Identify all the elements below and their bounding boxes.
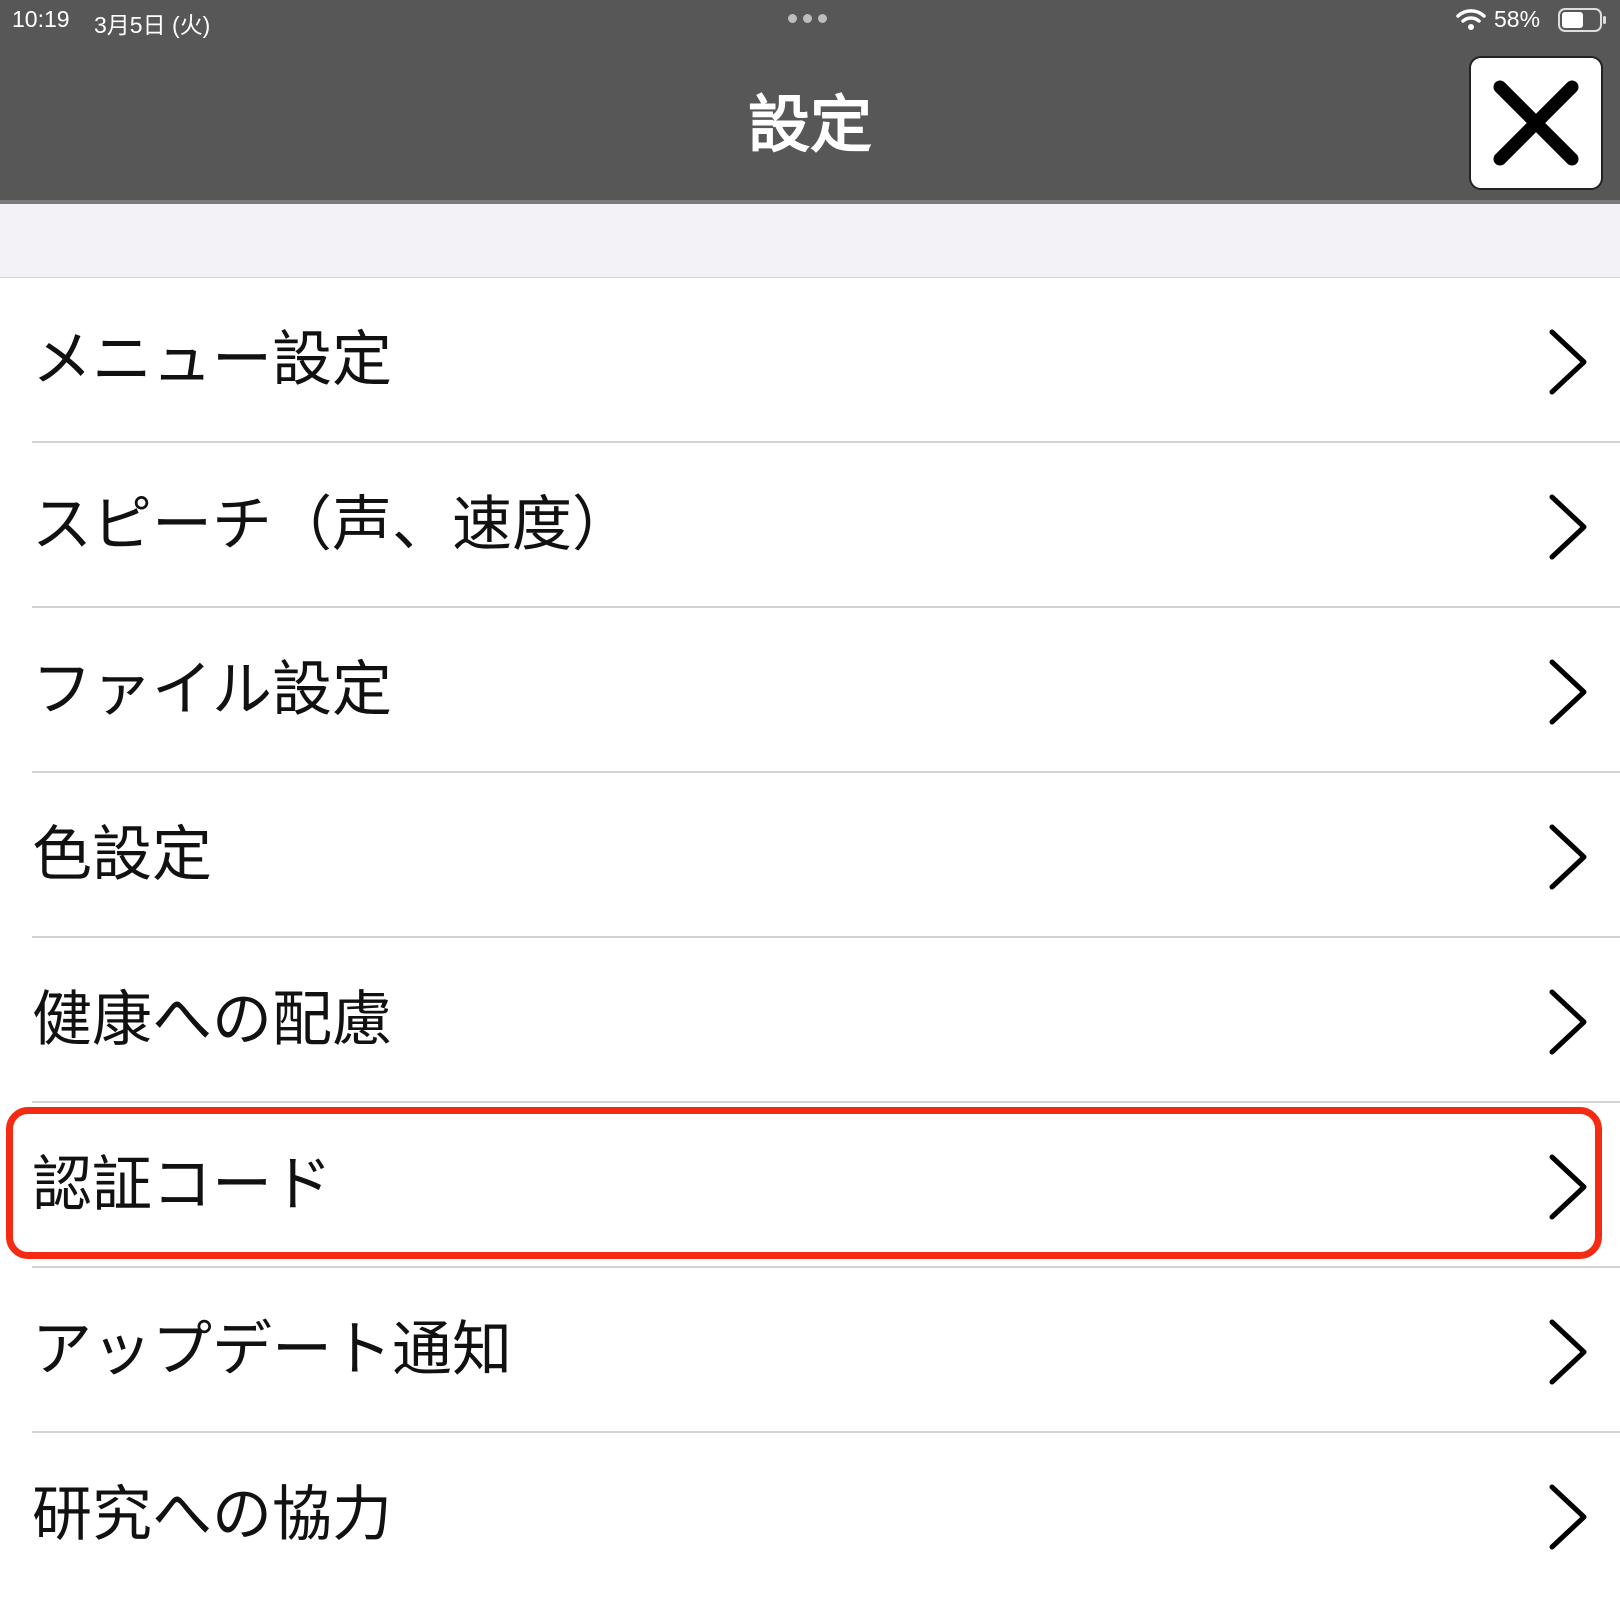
chevron-right-icon xyxy=(1549,989,1587,1055)
row-label: ファイル設定 xyxy=(32,655,392,725)
battery-percentage: 58% xyxy=(1494,6,1541,32)
close-button[interactable] xyxy=(1469,56,1603,190)
row-label: アップデート通知 xyxy=(32,1315,512,1385)
wifi-icon xyxy=(1456,9,1486,30)
battery-icon xyxy=(1558,8,1606,32)
menu-row-color-settings[interactable]: 色設定 xyxy=(0,773,1620,938)
row-label: 研究への協力 xyxy=(32,1480,392,1550)
navigation-header: 10:19 3月5日 (火) 58% 設定 xyxy=(0,0,1620,204)
menu-row-menu-settings[interactable]: メニュー設定 xyxy=(0,278,1620,443)
row-label: 健康への配慮 xyxy=(32,985,392,1055)
row-label: 認証コード xyxy=(32,1150,332,1220)
section-spacer xyxy=(0,204,1620,278)
chevron-right-icon xyxy=(1549,1319,1587,1385)
row-label: 色設定 xyxy=(32,820,212,890)
chevron-right-icon xyxy=(1549,659,1587,725)
status-bar: 10:19 3月5日 (火) 58% xyxy=(0,0,1620,42)
menu-row-speech[interactable]: スピーチ（声、速度） xyxy=(0,443,1620,608)
menu-row-research-cooperation[interactable]: 研究への協力 xyxy=(0,1433,1620,1598)
menu-row-health-care[interactable]: 健康への配慮 xyxy=(0,938,1620,1103)
settings-list: メニュー設定 スピーチ（声、速度） ファイル設定 色設定 健康への配慮 認証コー… xyxy=(0,278,1620,1598)
menu-row-file-settings[interactable]: ファイル設定 xyxy=(0,608,1620,773)
chevron-right-icon xyxy=(1549,824,1587,890)
multitasking-dots-icon[interactable] xyxy=(788,14,827,23)
chevron-right-icon xyxy=(1549,1484,1587,1550)
page-title: 設定 xyxy=(747,88,872,161)
status-time: 10:19 xyxy=(12,6,70,32)
status-date: 3月5日 (火) xyxy=(94,12,211,38)
row-label: スピーチ（声、速度） xyxy=(32,490,632,560)
close-x-icon xyxy=(1493,80,1579,166)
chevron-right-icon xyxy=(1549,494,1587,560)
row-label: メニュー設定 xyxy=(32,325,392,395)
chevron-right-icon xyxy=(1549,1154,1587,1220)
chevron-right-icon xyxy=(1549,329,1587,395)
menu-row-auth-code[interactable]: 認証コード xyxy=(0,1103,1620,1268)
menu-row-update-notification[interactable]: アップデート通知 xyxy=(0,1268,1620,1433)
